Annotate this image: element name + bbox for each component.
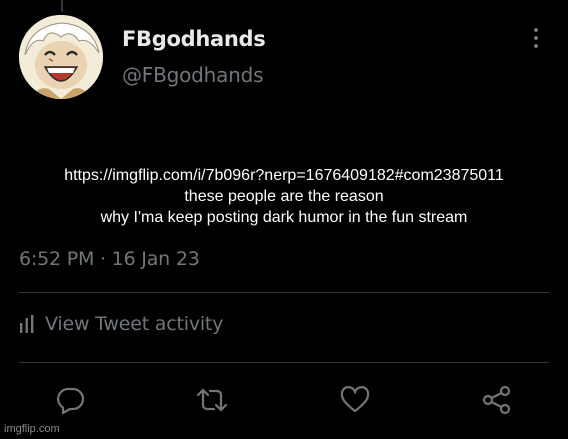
view-tweet-activity-label: View Tweet activity (45, 313, 224, 335)
thread-connector-line (61, 0, 63, 12)
tweet-text: https://imgflip.com/i/7b096r?nerp=167640… (0, 165, 568, 228)
tweet-text-line: https://imgflip.com/i/7b096r?nerp=167640… (64, 167, 504, 184)
share-icon (482, 385, 511, 415)
imgflip-watermark: imgflip.com (4, 423, 60, 435)
retweet-icon (196, 388, 228, 412)
divider (19, 362, 549, 363)
heart-icon (340, 386, 370, 413)
display-name[interactable]: FBgodhands (122, 27, 266, 51)
share-button[interactable] (480, 383, 514, 417)
divider (19, 292, 549, 293)
like-button[interactable] (338, 383, 372, 417)
view-tweet-activity-link[interactable]: View Tweet activity (19, 313, 223, 335)
tweet-timestamp[interactable]: 6:52 PM · 16 Jan 23 (19, 248, 200, 270)
more-options-button[interactable] (528, 28, 544, 54)
retweet-button[interactable] (195, 383, 229, 417)
tweet-text-line: why I'ma keep posting dark humor in the … (100, 209, 468, 226)
tweet-text-line: these people are the reason (184, 188, 384, 205)
user-handle[interactable]: @FBgodhands (122, 63, 264, 87)
avatar[interactable] (19, 15, 103, 99)
reply-icon (57, 387, 85, 414)
more-vertical-icon (534, 28, 538, 32)
bar-chart-icon (20, 315, 34, 333)
avatar-image (19, 15, 103, 99)
reply-button[interactable] (53, 383, 87, 417)
